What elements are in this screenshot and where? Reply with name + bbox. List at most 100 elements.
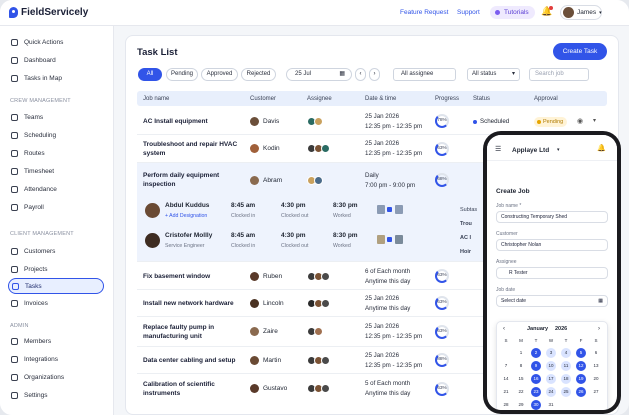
feature-request-link[interactable]: Feature Request <box>400 9 448 16</box>
calendar-day[interactable]: 11 <box>561 361 571 371</box>
calendar-day[interactable]: 2 <box>531 348 541 358</box>
calendar-day[interactable]: 15 <box>516 374 526 384</box>
eye-icon[interactable]: ◉ <box>577 117 583 125</box>
sidebar-item-members[interactable]: Members <box>10 334 106 348</box>
subtask-row[interactable]: Cristofer Mollly Service Engineer 8:45 a… <box>143 230 473 256</box>
sidebar-item-teams[interactable]: Teams <box>10 110 106 124</box>
calendar-day[interactable]: 14 <box>501 374 511 384</box>
subtask-row[interactable]: Abdul Kuddus + Add Designation 8:45 am C… <box>143 200 473 226</box>
calendar-day[interactable]: 13 <box>591 361 601 371</box>
photo-thumbnail[interactable] <box>395 235 403 244</box>
calendar-day[interactable]: 12 <box>576 361 586 371</box>
prev-month-button[interactable]: ‹ <box>503 326 505 332</box>
add-designation-link[interactable]: + Add Designation <box>165 213 207 219</box>
subtask-item[interactable]: Trou <box>460 217 477 231</box>
next-date-button[interactable]: › <box>369 68 380 81</box>
photo-thumbnail[interactable] <box>377 235 385 244</box>
job-name: AC Install equipment <box>143 118 208 125</box>
assignee-input[interactable]: R Tester <box>496 267 608 279</box>
calendar-day[interactable]: 24 <box>546 387 556 397</box>
calendar-day[interactable]: 3 <box>546 348 556 358</box>
calendar-day[interactable]: 21 <box>501 387 511 397</box>
filter-approved[interactable]: Approved <box>201 68 238 81</box>
sidebar-item-tasks-in-map[interactable]: Tasks in Map <box>10 71 106 85</box>
sidebar-item-customers[interactable]: Customers <box>10 244 106 258</box>
calendar-day[interactable]: 28 <box>501 400 511 410</box>
next-month-button[interactable]: › <box>598 326 600 332</box>
calendar-day[interactable]: 1 <box>516 348 526 358</box>
worker-name: Abdul Kuddus <box>165 202 210 209</box>
calendar-day[interactable]: 19 <box>576 374 586 384</box>
date-cell: 25 Jan 2026 Anytime this day <box>365 294 410 314</box>
calendar-day[interactable]: 16 <box>531 374 541 384</box>
col-date: Date & time <box>365 96 397 102</box>
calendar-day[interactable]: 5 <box>576 348 586 358</box>
clock-in-label: Clocked in <box>231 243 256 249</box>
sidebar-item-dashboard[interactable]: Dashboard <box>10 53 106 67</box>
subtask-item[interactable]: AC I <box>460 231 477 245</box>
date-filter[interactable]: 25 Jul ▦ <box>286 68 352 81</box>
calendar-day[interactable]: 27 <box>591 387 601 397</box>
calendar-day[interactable]: 25 <box>561 387 571 397</box>
create-task-button[interactable]: Create Task <box>553 43 607 60</box>
sidebar-item-timesheet[interactable]: Timesheet <box>10 164 106 178</box>
calendar-day[interactable]: 31 <box>546 400 556 410</box>
calendar-day[interactable]: 22 <box>516 387 526 397</box>
calendar-day[interactable]: 10 <box>546 361 556 371</box>
menu-icon[interactable]: ☰ <box>495 145 501 153</box>
calendar-day[interactable]: 4 <box>561 348 571 358</box>
job-name: Data center cabling and setup <box>143 357 236 364</box>
chevron-down-icon[interactable]: ▾ <box>593 117 596 124</box>
sidebar-item-routes[interactable]: Routes <box>10 146 106 160</box>
job-date-input[interactable]: Select date ▦ <box>496 295 608 307</box>
filter-all[interactable]: All <box>138 68 162 81</box>
calendar-day[interactable]: 17 <box>546 374 556 384</box>
search-input[interactable]: Search job <box>529 68 589 81</box>
sidebar-item-invoices[interactable]: Invoices <box>10 296 106 310</box>
user-menu[interactable]: James ▾ <box>560 5 602 20</box>
date-picker[interactable]: ‹ January 2026 › S M T W T F S 1 2 3 4 5 6 7 8 9 10 11 12 1… <box>496 321 608 410</box>
calendar-day[interactable]: 18 <box>561 374 571 384</box>
sidebar-item-settings[interactable]: Settings <box>10 388 106 402</box>
calendar-day[interactable]: 29 <box>516 400 526 410</box>
calendar-year[interactable]: 2026 <box>555 326 567 332</box>
sidebar-item-projects[interactable]: Projects <box>10 262 106 276</box>
sidebar-item-attendance[interactable]: Attendance <box>10 182 106 196</box>
calendar-day[interactable]: 20 <box>591 374 601 384</box>
job-name-input[interactable]: Constructing Temporary Shed <box>496 211 608 223</box>
filter-pending[interactable]: Pending <box>166 68 198 81</box>
status-dot <box>473 119 477 124</box>
prev-date-button[interactable]: ‹ <box>355 68 366 81</box>
worked-time: 8:30 pm <box>333 202 358 209</box>
sidebar-item-organizations[interactable]: Organizations <box>10 370 106 384</box>
assignee-filter[interactable]: All assignee <box>393 68 456 81</box>
calendar-day[interactable]: 26 <box>576 387 586 397</box>
sidebar-item-tasks[interactable]: Tasks <box>8 278 104 294</box>
approval-badge[interactable]: Pending <box>534 117 568 127</box>
photo-thumbnail[interactable] <box>377 205 385 214</box>
calendar-day[interactable]: 30 <box>531 400 541 410</box>
notification-bell-icon[interactable]: 🔔 <box>541 6 554 17</box>
filter-rejected[interactable]: Rejected <box>241 68 276 81</box>
calendar-day[interactable]: 8 <box>516 361 526 371</box>
calendar-day[interactable]: 7 <box>501 361 511 371</box>
calendar-day[interactable]: 23 <box>531 387 541 397</box>
support-link[interactable]: Support <box>457 9 480 16</box>
sidebar-item-scheduling[interactable]: Scheduling <box>10 128 106 142</box>
calendar-month[interactable]: January <box>527 326 548 332</box>
calendar-day[interactable]: 6 <box>591 348 601 358</box>
sidebar-item-quick-actions[interactable]: Quick Actions <box>10 35 106 49</box>
play-icon[interactable] <box>387 237 392 242</box>
status-filter[interactable]: All status ▾ <box>467 68 520 81</box>
calendar-day[interactable]: 9 <box>531 361 541 371</box>
notification-bell-icon[interactable]: 🔔 <box>597 144 606 152</box>
tutorials-button[interactable]: Tutorials <box>490 6 535 19</box>
sidebar-item-integrations[interactable]: Integrations <box>10 352 106 366</box>
sidebar-item-payroll[interactable]: Payroll <box>10 200 106 214</box>
app-logo[interactable]: FieldServicely <box>9 7 88 18</box>
photo-thumbnail[interactable] <box>395 205 403 214</box>
chevron-down-icon[interactable]: ▾ <box>557 147 560 153</box>
subtask-item[interactable]: Hoir <box>460 245 477 259</box>
customer-input[interactable]: Christopher Nolan <box>496 239 608 251</box>
play-icon[interactable] <box>387 207 392 212</box>
